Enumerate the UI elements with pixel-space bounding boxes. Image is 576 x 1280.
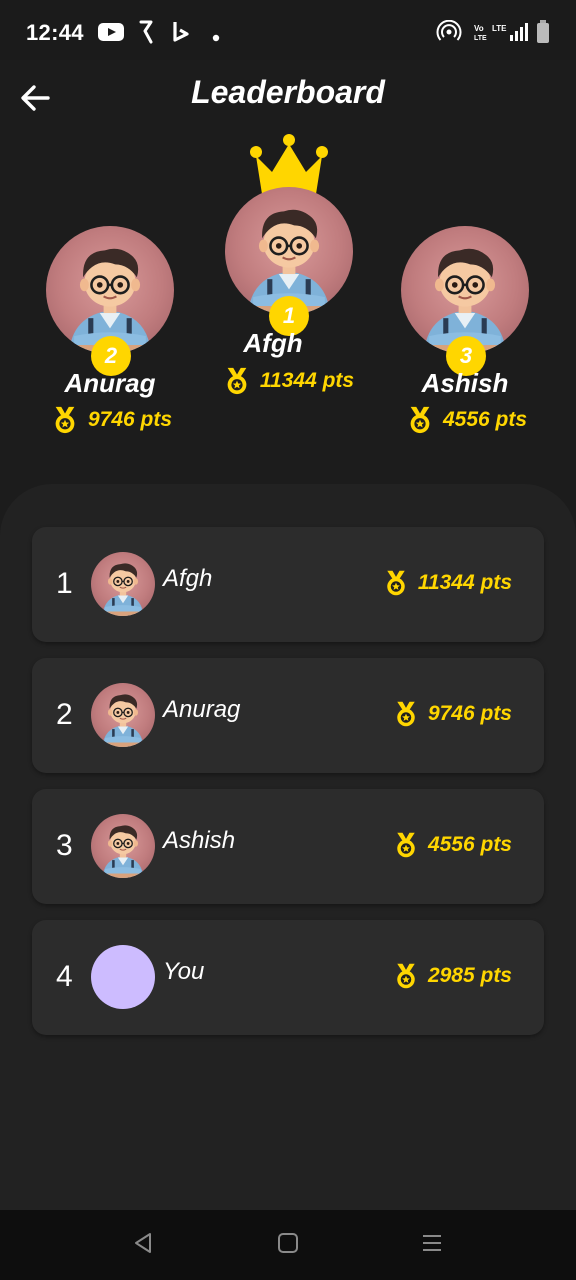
points-label: 4556 pts bbox=[427, 833, 512, 856]
podium-name: Ashish bbox=[421, 368, 509, 398]
rank-number: 3 bbox=[56, 829, 73, 862]
svg-text:Vo: Vo bbox=[474, 24, 484, 33]
medal-icon bbox=[382, 569, 410, 597]
rank-number: 2 bbox=[56, 698, 73, 731]
points: 9746 pts bbox=[392, 700, 512, 728]
back-triangle-icon bbox=[132, 1231, 154, 1260]
avatar bbox=[46, 226, 174, 354]
list-item[interactable]: 1 Afgh 11344 pts bbox=[32, 527, 544, 642]
nav-recents-button[interactable] bbox=[417, 1230, 447, 1260]
menu-lines-icon bbox=[421, 1232, 443, 1259]
player-name: Anurag bbox=[163, 696, 241, 723]
medal-icon bbox=[392, 962, 420, 990]
avatar bbox=[91, 552, 155, 616]
nav-home-button[interactable] bbox=[273, 1230, 303, 1260]
points: 2985 pts bbox=[392, 962, 512, 990]
medal-icon bbox=[392, 831, 420, 859]
home-square-icon bbox=[277, 1232, 299, 1259]
podium-name: Afgh bbox=[243, 328, 303, 358]
volte-lte-icon: Vo LTE LTE bbox=[474, 22, 528, 47]
rank-number: 4 bbox=[56, 960, 73, 993]
hotspot-icon bbox=[436, 19, 462, 49]
rank-number: 1 bbox=[56, 567, 73, 600]
nav-back-button[interactable] bbox=[128, 1230, 158, 1260]
podium-points: 4556 pts bbox=[366, 405, 566, 435]
svg-text:LTE: LTE bbox=[492, 24, 507, 33]
points: 4556 pts bbox=[392, 831, 512, 859]
podium-points: 11344 pts bbox=[188, 366, 388, 396]
medal-icon bbox=[50, 405, 80, 435]
medal-icon bbox=[392, 700, 420, 728]
avatar bbox=[401, 226, 529, 354]
podium-points: 9746 pts bbox=[11, 405, 211, 435]
points-label: 9746 pts bbox=[87, 408, 173, 431]
youtube-icon bbox=[98, 22, 124, 47]
bing-icon bbox=[172, 20, 190, 49]
svg-text:LTE: LTE bbox=[474, 35, 487, 42]
status-time: 12:44 bbox=[26, 20, 84, 45]
system-nav-bar bbox=[0, 1210, 576, 1280]
battery-icon bbox=[536, 20, 550, 49]
player-name: You bbox=[163, 958, 205, 985]
avatar bbox=[91, 683, 155, 747]
points-label: 4556 pts bbox=[442, 408, 528, 431]
points-label: 2985 pts bbox=[427, 964, 512, 987]
dot-icon bbox=[212, 29, 220, 47]
page-title: Leaderboard bbox=[191, 74, 385, 110]
app-icon-k bbox=[138, 20, 154, 49]
points-label: 9746 pts bbox=[427, 702, 512, 725]
avatar bbox=[91, 814, 155, 878]
list-item[interactable]: 2 Anurag 9746 pts bbox=[32, 658, 544, 773]
player-name: Ashish bbox=[163, 827, 236, 854]
podium-name: Anurag bbox=[64, 368, 156, 398]
points-label: 11344 pts bbox=[259, 369, 355, 392]
points-label: 11344 pts bbox=[417, 571, 512, 594]
status-bar: 12:44 Vo LTE LTE bbox=[0, 0, 576, 60]
list-item-you[interactable]: 4 You 2985 pts bbox=[32, 920, 544, 1035]
medal-icon bbox=[222, 366, 252, 396]
list-item[interactable]: 3 Ashish 4556 pts bbox=[32, 789, 544, 904]
points: 11344 pts bbox=[382, 569, 512, 597]
player-name: Afgh bbox=[163, 565, 213, 592]
avatar bbox=[91, 945, 155, 1009]
medal-icon bbox=[405, 405, 435, 435]
